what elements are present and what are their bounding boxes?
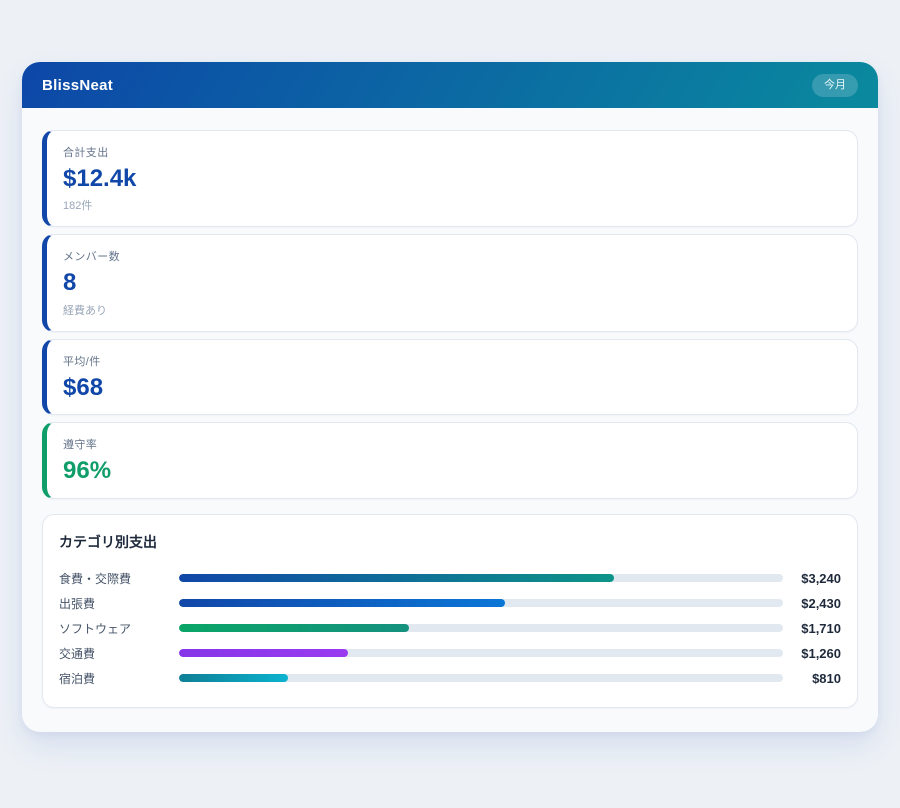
- category-spend-card: カテゴリ別支出 食費・交際費 $3,240 出張費 $2,430 ソフトウェア …: [42, 514, 858, 708]
- category-amount: $2,430: [783, 596, 841, 611]
- stat-card-total-spend: 合計支出 $12.4k 182件: [42, 130, 858, 227]
- stat-card-average-per-item: 平均/件 $68: [42, 339, 858, 415]
- category-row: 食費・交際費 $3,240: [59, 566, 841, 591]
- category-label: 食費・交際費: [59, 570, 179, 587]
- stat-value: $12.4k: [63, 166, 841, 192]
- stat-value: 8: [63, 270, 841, 296]
- period-badge[interactable]: 今月: [812, 74, 858, 97]
- panel-body: 合計支出 $12.4k 182件 メンバー数 8 経費あり 平均/件 $68 遵…: [22, 108, 878, 732]
- category-row: ソフトウェア $1,710: [59, 616, 841, 641]
- stat-sub: 経費あり: [63, 302, 841, 318]
- category-bar-fill: [179, 574, 614, 582]
- stat-label: 合計支出: [63, 144, 841, 160]
- category-amount: $3,240: [783, 571, 841, 586]
- category-label: 宿泊費: [59, 670, 179, 687]
- category-amount: $810: [783, 671, 841, 686]
- category-bar-fill: [179, 624, 409, 632]
- category-row: 出張費 $2,430: [59, 591, 841, 616]
- category-label: 交通費: [59, 645, 179, 662]
- category-row: 宿泊費 $810: [59, 666, 841, 691]
- dashboard-panel: BlissNeat 今月 合計支出 $12.4k 182件 メンバー数 8 経費…: [22, 62, 878, 732]
- category-spend-title: カテゴリ別支出: [59, 532, 841, 552]
- category-bar-track: [179, 599, 783, 607]
- category-label: ソフトウェア: [59, 620, 179, 637]
- stat-label: メンバー数: [63, 248, 841, 264]
- stat-card-compliance-rate: 遵守率 96%: [42, 422, 858, 498]
- category-bar-fill: [179, 649, 348, 657]
- category-amount: $1,710: [783, 621, 841, 636]
- stat-sub: 182件: [63, 197, 841, 213]
- app-title: BlissNeat: [42, 77, 113, 94]
- category-bar-track: [179, 674, 783, 682]
- stat-label: 平均/件: [63, 353, 841, 369]
- category-amount: $1,260: [783, 646, 841, 661]
- app-header: BlissNeat 今月: [22, 62, 878, 108]
- category-bar-track: [179, 574, 783, 582]
- category-bar-track: [179, 624, 783, 632]
- category-row: 交通費 $1,260: [59, 641, 841, 666]
- stat-card-member-count: メンバー数 8 経費あり: [42, 234, 858, 331]
- stat-value: $68: [63, 375, 841, 401]
- stat-label: 遵守率: [63, 436, 841, 452]
- category-label: 出張費: [59, 595, 179, 612]
- category-bar-track: [179, 649, 783, 657]
- category-bar-fill: [179, 599, 505, 607]
- category-bar-fill: [179, 674, 288, 682]
- stat-value: 96%: [63, 458, 841, 484]
